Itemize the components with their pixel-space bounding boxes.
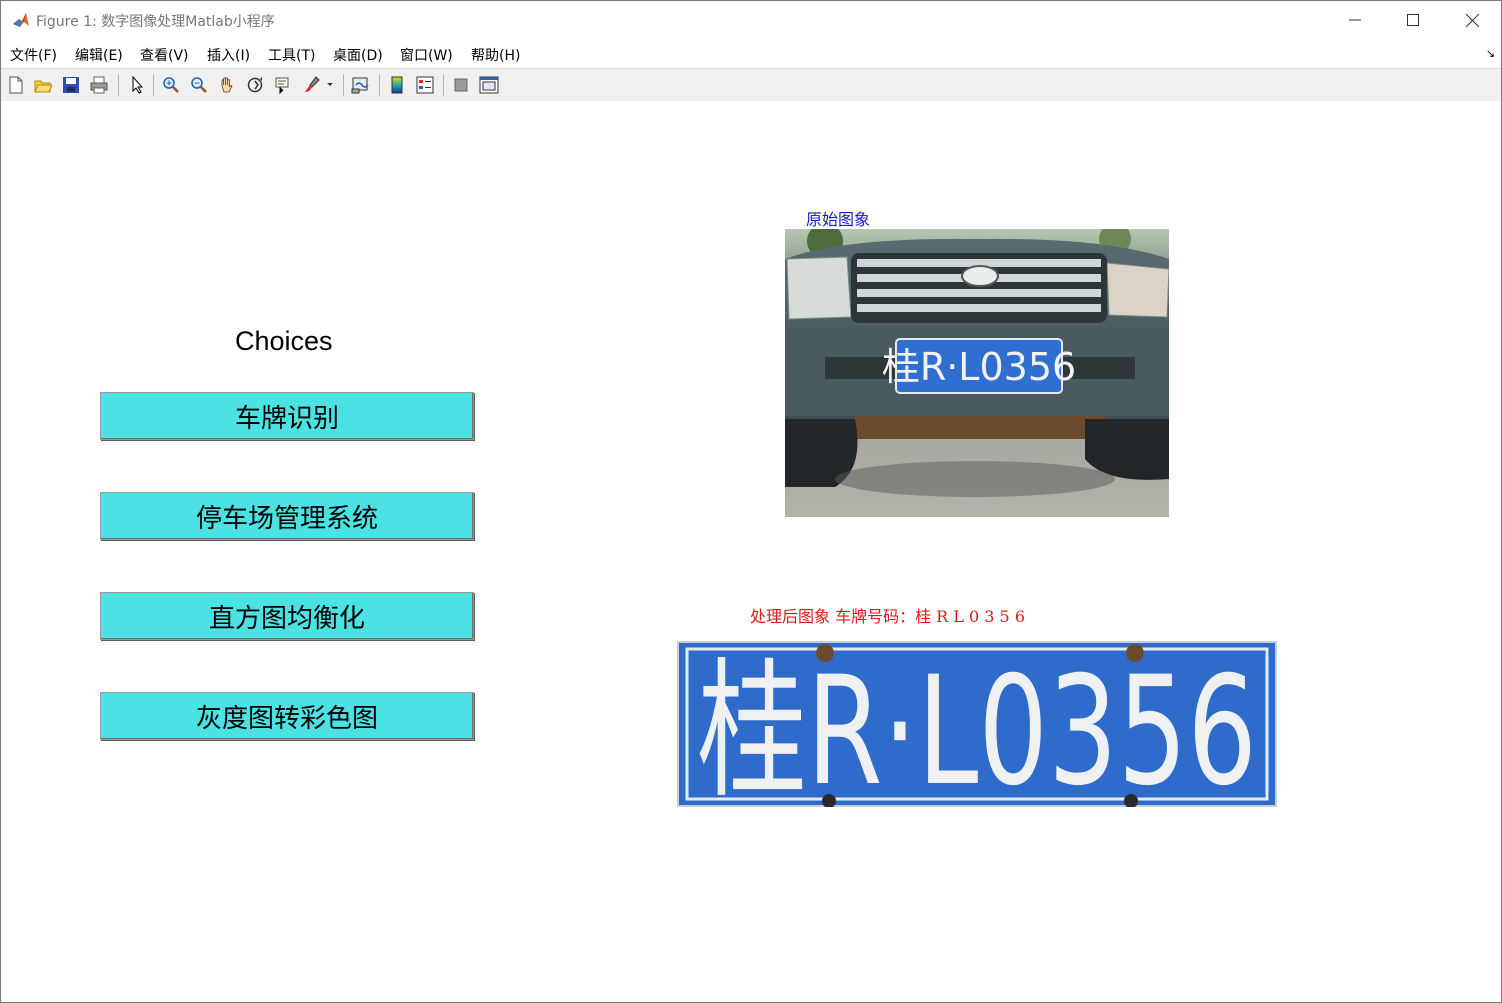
title-bar: Figure 1: 数字图像处理Matlab小程序 <box>1 1 1501 39</box>
print-icon[interactable] <box>88 74 110 96</box>
toolbar-separator <box>118 74 119 96</box>
original-image-title: 原始图象 <box>806 210 871 229</box>
toolbar-separator <box>343 74 344 96</box>
insert-colorbar-icon[interactable] <box>386 74 408 96</box>
zoom-in-icon[interactable] <box>160 74 182 96</box>
toolbar-separator <box>379 74 380 96</box>
maximize-button[interactable] <box>1390 5 1436 35</box>
data-cursor-icon[interactable] <box>272 74 294 96</box>
link-plot-icon[interactable] <box>350 74 372 96</box>
histogram-equalization-button[interactable]: 直方图均衡化 <box>100 592 474 640</box>
license-plate-recognition-button[interactable]: 车牌识别 <box>100 392 474 440</box>
menu-help[interactable]: 帮助(H) <box>471 45 520 65</box>
figure-window: Figure 1: 数字图像处理Matlab小程序 文件(F) 编辑(E) 查看… <box>0 0 1502 1003</box>
menu-insert[interactable]: 插入(I) <box>207 45 250 65</box>
matlab-logo-icon <box>11 10 31 30</box>
parking-management-button[interactable]: 停车场管理系统 <box>100 492 474 540</box>
menu-edit[interactable]: 编辑(E) <box>75 45 123 65</box>
brush-icon[interactable] <box>301 74 323 96</box>
original-car-image: 桂R·L0356 <box>785 229 1169 517</box>
hide-plot-tools-icon[interactable] <box>450 74 472 96</box>
dock-arrow-icon[interactable]: ↘ <box>1486 47 1495 60</box>
choices-title: Choices <box>235 326 333 356</box>
insert-legend-icon[interactable] <box>414 74 436 96</box>
toolbar-separator <box>443 74 444 96</box>
close-icon <box>1465 13 1479 27</box>
processed-plate-image: 桂R·L0356 <box>677 641 1277 807</box>
menu-desktop[interactable]: 桌面(D) <box>333 45 383 65</box>
new-figure-icon[interactable] <box>5 74 27 96</box>
menu-view[interactable]: 查看(V) <box>140 45 189 65</box>
edit-plot-arrow-icon[interactable] <box>126 74 148 96</box>
toolbar-separator <box>153 74 154 96</box>
maximize-icon <box>1407 14 1419 26</box>
zoom-out-icon[interactable] <box>188 74 210 96</box>
rotate-3d-icon[interactable] <box>244 74 266 96</box>
save-icon[interactable] <box>60 74 82 96</box>
show-plot-tools-icon[interactable] <box>478 74 500 96</box>
figure-canvas: Choices 车牌识别 停车场管理系统 直方图均衡化 灰度图转彩色图 原始图象 <box>1 101 1501 1002</box>
window-title: Figure 1: 数字图像处理Matlab小程序 <box>36 14 275 30</box>
minimize-button[interactable] <box>1332 5 1378 35</box>
open-file-icon[interactable] <box>32 74 54 96</box>
menu-file[interactable]: 文件(F) <box>10 45 57 65</box>
menu-bar: 文件(F) 编辑(E) 查看(V) 插入(I) 工具(T) 桌面(D) 窗口(W… <box>1 39 1501 67</box>
pan-hand-icon[interactable] <box>216 74 238 96</box>
close-button[interactable] <box>1449 5 1495 35</box>
menu-tools[interactable]: 工具(T) <box>268 45 315 65</box>
brush-dropdown-icon[interactable] <box>323 74 337 96</box>
processed-plate-text: 桂R·L0356 <box>697 645 1257 807</box>
minimize-icon <box>1349 19 1361 21</box>
menu-window[interactable]: 窗口(W) <box>400 45 453 65</box>
processed-image-title: 处理后图象 车牌号码：桂 R L 0 3 5 6 <box>750 607 1025 626</box>
gray-to-color-button[interactable]: 灰度图转彩色图 <box>100 692 474 740</box>
original-plate-text: 桂R·L0356 <box>882 345 1076 389</box>
figure-toolbar <box>1 68 1501 102</box>
